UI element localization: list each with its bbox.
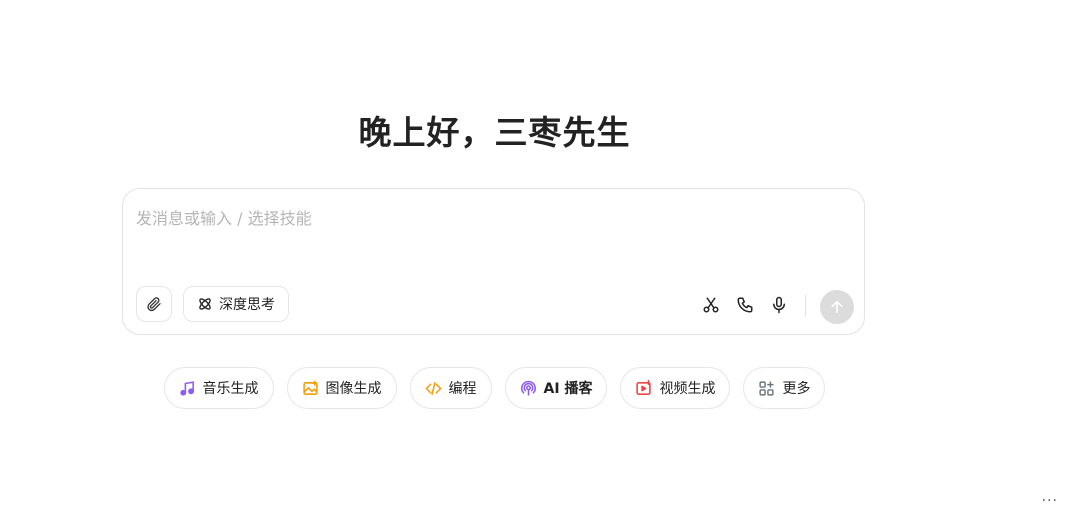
code-icon [425,380,442,397]
page: 晚上好，三枣先生 深度思考 [0,0,1080,511]
corner-menu-button[interactable]: ··· [1042,493,1058,509]
greeting-title: 晚上好，三枣先生 [358,113,631,152]
music-note-icon [179,380,196,397]
message-composer: 深度思考 [122,188,865,335]
skill-image-generation[interactable]: 图像生成 [286,367,397,409]
scissors-button[interactable] [701,295,721,315]
phone-call-button[interactable] [735,295,755,315]
scissors-icon [702,296,720,314]
toolbar-divider [805,295,806,317]
skill-coding[interactable]: 编程 [409,367,492,409]
voice-input-button[interactable] [769,295,789,315]
send-button[interactable] [820,290,854,324]
microphone-icon [770,296,788,314]
skill-label: 图像生成 [325,381,382,397]
deep-think-label: 深度思考 [219,297,275,313]
message-input[interactable] [136,205,851,265]
deep-think-button[interactable]: 深度思考 [183,286,289,322]
skill-label: 更多 [782,381,811,397]
attach-button[interactable] [136,286,172,322]
arrow-up-icon [829,299,845,315]
skill-label: AI 播客 [543,381,593,397]
skill-label: 编程 [448,381,477,397]
skill-label: 音乐生成 [202,381,259,397]
skill-music-generation[interactable]: 音乐生成 [163,367,274,409]
atom-icon [197,296,213,312]
podcast-icon [520,380,537,397]
image-icon [302,380,319,397]
skill-more[interactable]: 更多 [743,367,826,409]
skill-video-generation[interactable]: 视频生成 [620,367,731,409]
skill-label: 视频生成 [659,381,716,397]
skill-ai-podcast[interactable]: AI 播客 [504,367,608,409]
skill-chips: 音乐生成 图像生成 编程 AI 播客 视频生成 更多 [122,367,867,409]
video-icon [635,379,652,397]
paperclip-icon [146,296,162,312]
phone-icon [736,296,754,314]
grid-plus-icon [758,380,775,397]
